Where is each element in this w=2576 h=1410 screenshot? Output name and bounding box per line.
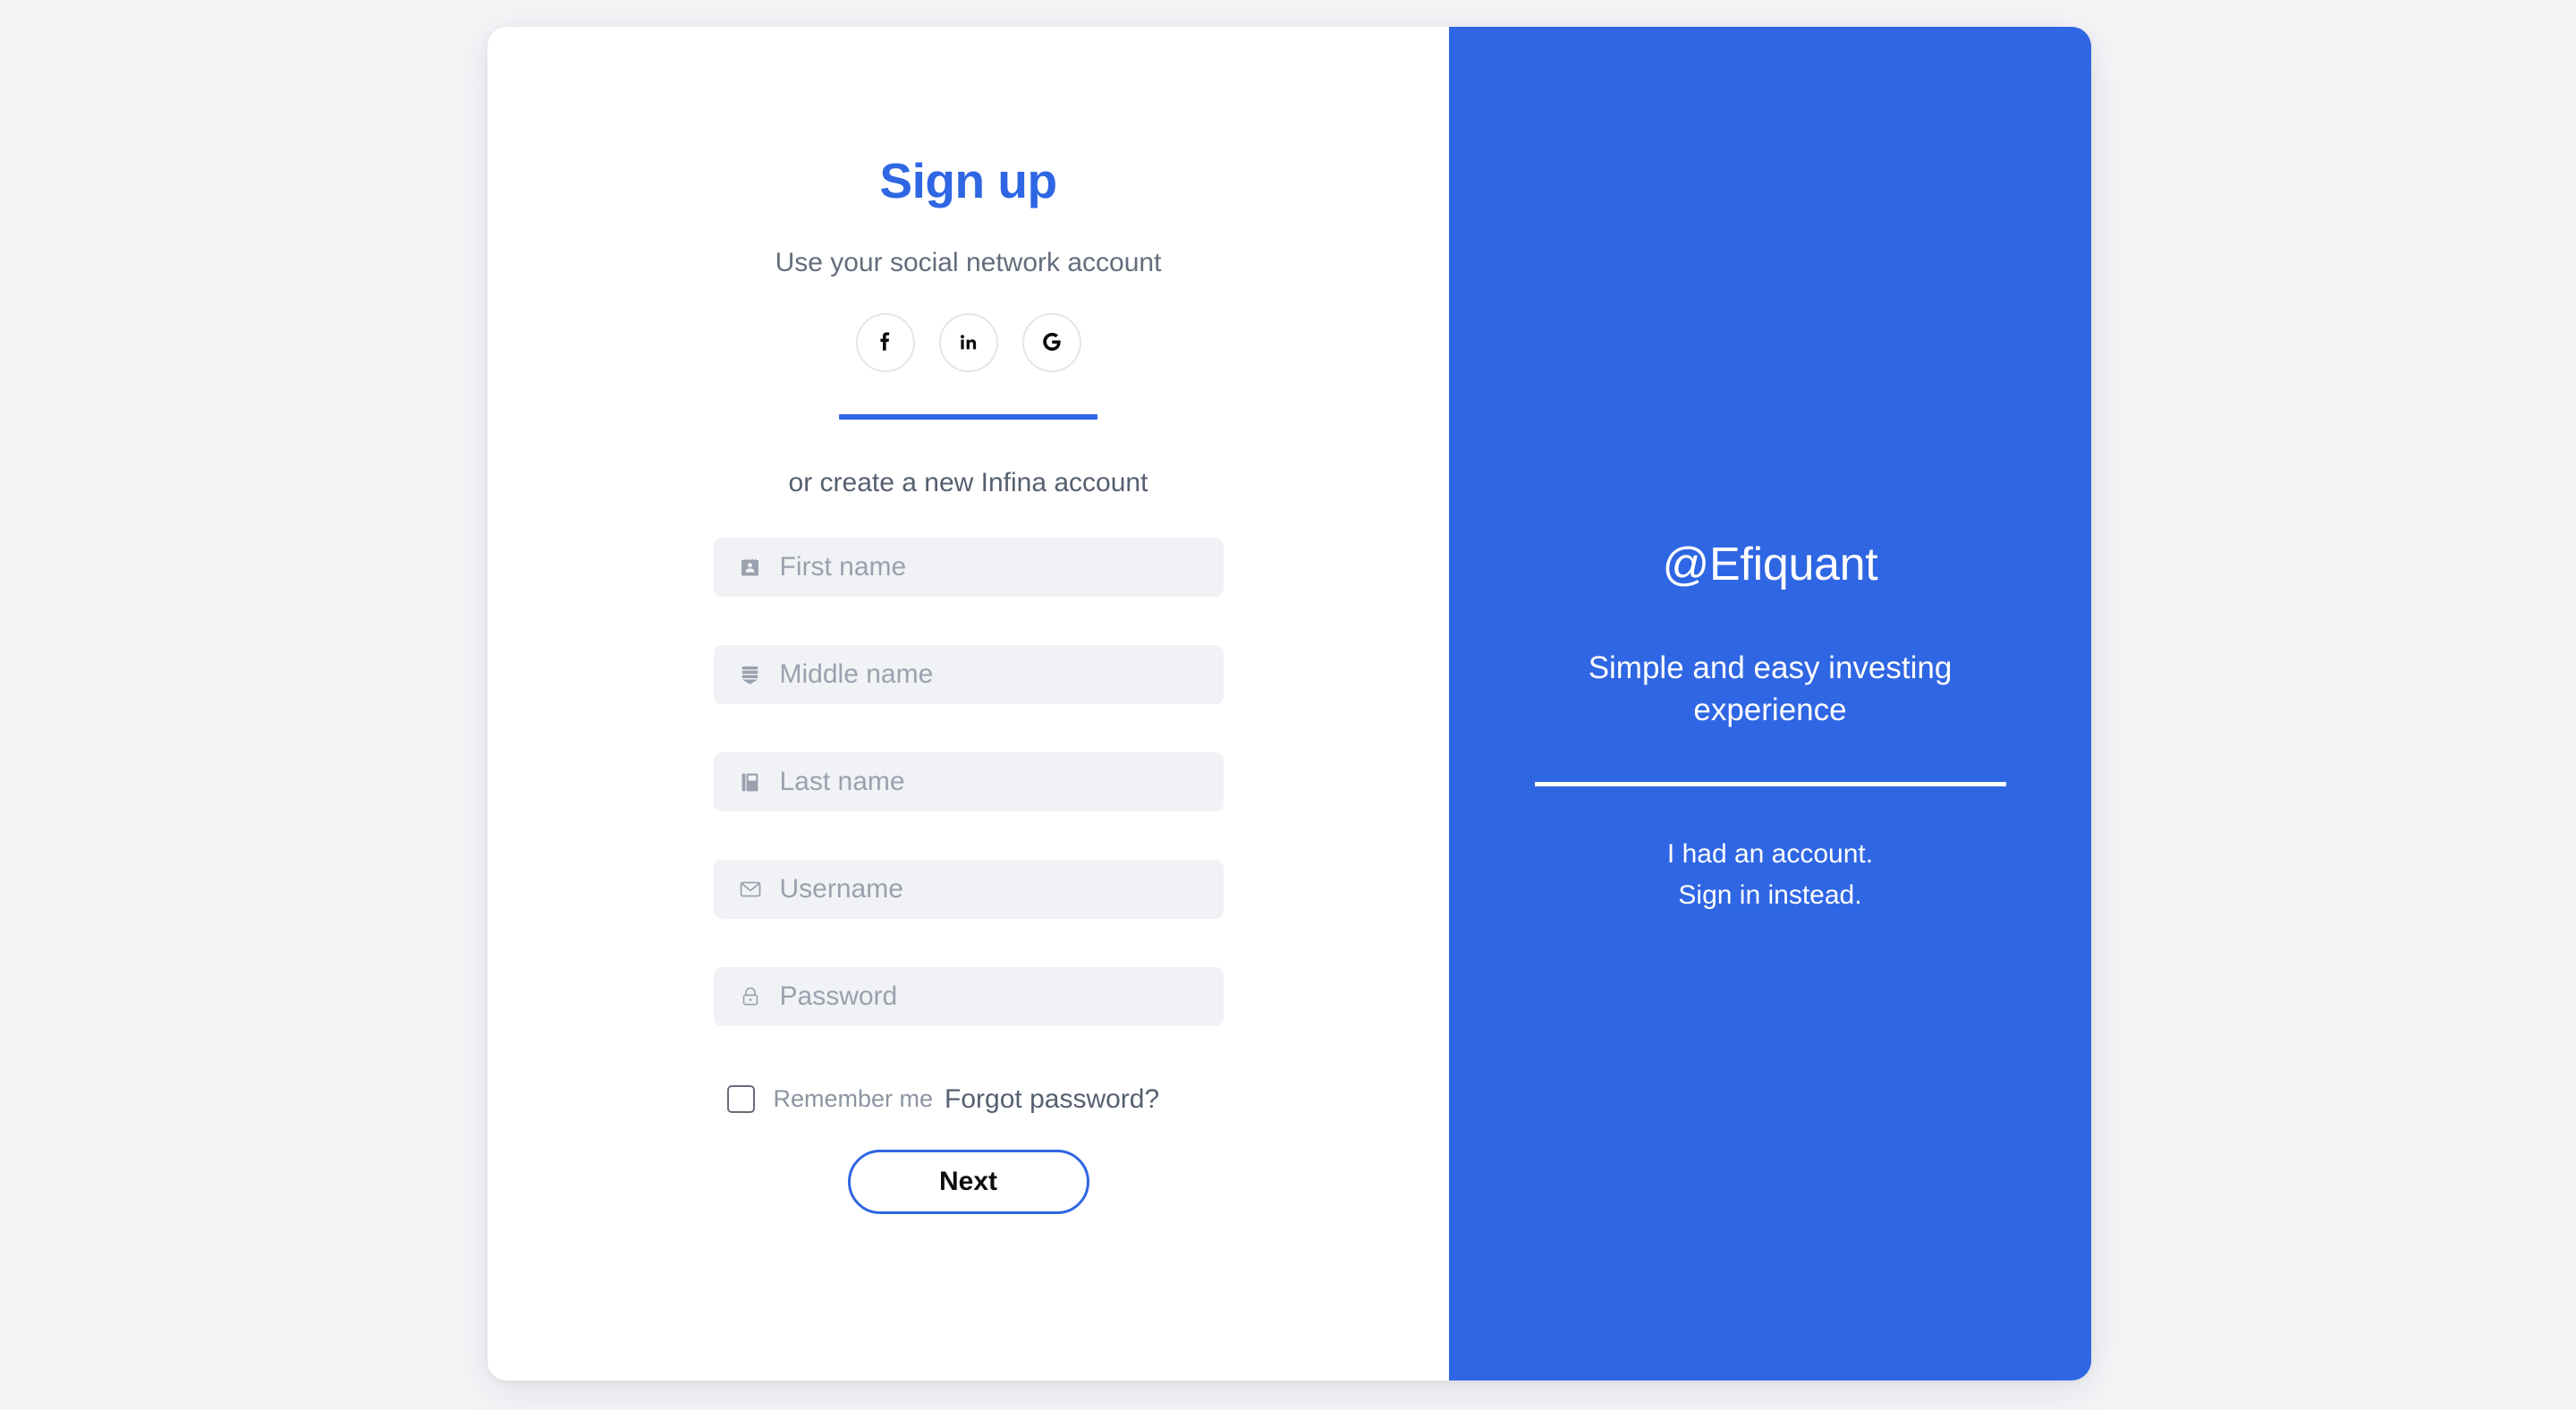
- password-field[interactable]: Password: [713, 967, 1224, 1026]
- google-icon: [1038, 329, 1065, 356]
- sign-in-instead-line-1: I had an account.: [1666, 839, 1874, 870]
- brand-pane: @Efiquant Simple and easy investing expe…: [1449, 27, 2091, 1380]
- middle-name-field[interactable]: Middle name: [713, 645, 1224, 704]
- linkedin-login-button[interactable]: [938, 313, 998, 372]
- first-name-placeholder: First name: [779, 552, 907, 582]
- notebook-icon: [737, 769, 764, 795]
- sign-in-instead-line-2: Sign in instead.: [1678, 879, 1862, 910]
- envelope-icon: [737, 876, 764, 903]
- next-button[interactable]: Next: [847, 1150, 1089, 1214]
- brand-divider: [1534, 782, 2006, 787]
- password-placeholder: Password: [779, 981, 898, 1011]
- last-name-placeholder: Last name: [779, 767, 905, 796]
- brand-tagline: Simple and easy investing experience: [1588, 650, 1953, 727]
- auth-card: Sign up Use your social network account: [487, 27, 2091, 1380]
- form-options-row: Remember me Forgot password?: [714, 1085, 1224, 1113]
- facebook-icon: [872, 329, 899, 356]
- remember-me-checkbox[interactable]: [726, 1085, 755, 1113]
- social-prompt-label: Use your social network account: [775, 248, 1162, 277]
- last-name-field[interactable]: Last name: [713, 752, 1224, 811]
- linkedin-icon: [955, 329, 982, 356]
- facebook-login-button[interactable]: [855, 313, 915, 372]
- document-list-icon: [737, 661, 764, 688]
- page-title: Sign up: [879, 153, 1057, 208]
- sign-in-instead-link[interactable]: I had an account. Sign in instead.: [1520, 834, 2021, 915]
- social-section-divider: [839, 414, 1097, 420]
- social-login-row: [855, 313, 1081, 372]
- google-login-button[interactable]: [1021, 313, 1081, 372]
- forgot-password-link[interactable]: Forgot password?: [945, 1085, 1159, 1113]
- signup-form-pane: Sign up Use your social network account: [487, 27, 1449, 1380]
- brand-name: @Efiquant: [1662, 539, 1878, 590]
- signup-fields: First name Middle name Last name Usernam…: [713, 538, 1224, 1026]
- username-field[interactable]: Username: [713, 860, 1224, 919]
- signup-page: Sign up Use your social network account: [0, 0, 2576, 1410]
- create-account-prompt: or create a new Infina account: [788, 468, 1148, 497]
- middle-name-placeholder: Middle name: [779, 659, 934, 689]
- remember-me-label[interactable]: Remember me: [774, 1087, 934, 1111]
- lock-icon: [737, 983, 764, 1010]
- username-placeholder: Username: [779, 874, 903, 904]
- first-name-field[interactable]: First name: [713, 538, 1224, 597]
- id-badge-icon: [737, 554, 764, 581]
